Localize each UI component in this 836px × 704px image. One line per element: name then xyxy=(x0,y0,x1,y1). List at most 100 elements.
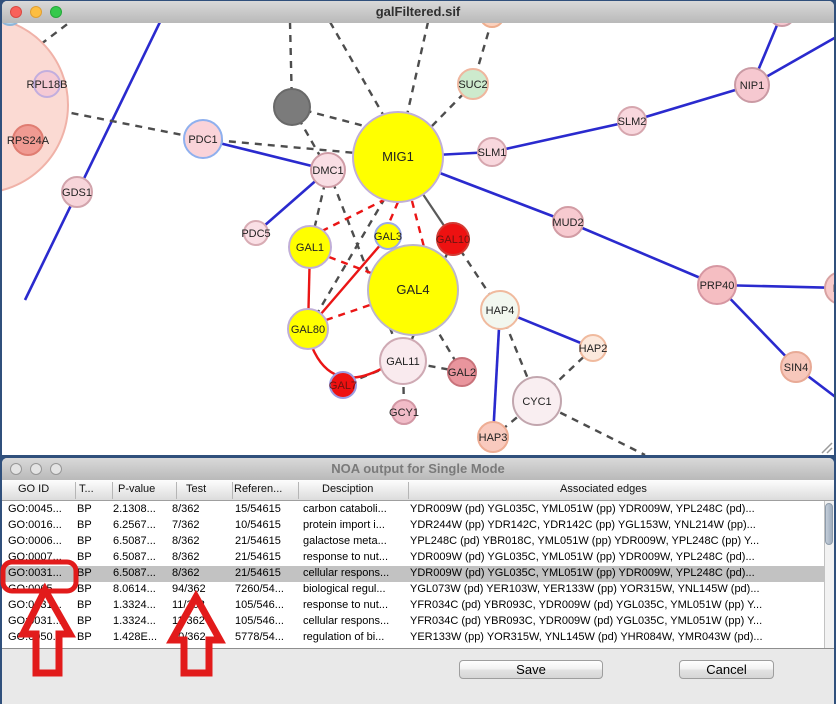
cell-desc: cellular respons... xyxy=(303,615,389,627)
column-header-edges[interactable]: Associated edges xyxy=(560,483,647,495)
cell-p: 6.2567... xyxy=(113,519,156,531)
table-row[interactable]: GO:0050...BP1.428E...80/3625778/54...reg… xyxy=(2,630,824,646)
cell-test: 8/362 xyxy=(172,551,200,563)
cell-edges: YFR034C (pd) YBR093C, YDR009W (pd) YGL03… xyxy=(410,599,762,611)
column-separator[interactable] xyxy=(232,482,233,499)
table-row[interactable]: GO:0016...BP6.2567...7/36210/54615protei… xyxy=(2,518,824,534)
cell-ref: 105/546... xyxy=(235,615,284,627)
column-header-type[interactable]: T... xyxy=(79,483,94,495)
network-edge xyxy=(330,23,385,118)
node-label-SIN4: SIN4 xyxy=(784,362,808,374)
column-separator[interactable] xyxy=(75,482,76,499)
node-label-MS-partial: MS xyxy=(833,283,834,295)
cell-edges: YDR009W (pd) YGL035C, YML051W (pp) YDR00… xyxy=(410,503,755,515)
cell-type: BP xyxy=(77,567,92,579)
cell-p: 6.5087... xyxy=(113,535,156,547)
table-row[interactable]: GO:0031...BP1.3324...11/362105/546...cel… xyxy=(2,614,824,630)
network-edge xyxy=(389,202,398,223)
cell-p: 2.1308... xyxy=(113,503,156,515)
cell-go: GO:0007... xyxy=(8,551,62,563)
cell-test: 80/362 xyxy=(172,631,206,643)
table-row[interactable]: GO:0045...BP2.1308...8/36215/54615carbon… xyxy=(2,502,824,518)
cell-ref: 15/54615 xyxy=(235,503,281,515)
column-header-desc[interactable]: Desciption xyxy=(322,483,373,495)
network-edge xyxy=(632,85,752,121)
cell-edges: YDR009W (pd) YGL035C, YML051W (pp) YDR00… xyxy=(410,551,755,563)
zoom-button-icon[interactable] xyxy=(50,6,62,18)
node-label-GAL2: GAL2 xyxy=(448,367,476,379)
node-label-GAL7: GAL7 xyxy=(329,380,357,392)
node-label-MIG1: MIG1 xyxy=(382,149,414,164)
table-row[interactable]: GO:0031...BP1.3324...11/362105/546...res… xyxy=(2,598,824,614)
node-label-SLM1: SLM1 xyxy=(478,147,507,159)
table-row[interactable]: GO:0006... BP 6.5087... 8/362 21/54615 galact… xyxy=(2,534,824,550)
cancel-button[interactable]: Cancel xyxy=(679,660,774,679)
column-separator[interactable] xyxy=(408,482,409,499)
cell-go: GO:0016... xyxy=(8,519,62,531)
column-separator[interactable] xyxy=(176,482,177,499)
column-header-p[interactable]: P-value xyxy=(118,483,155,495)
cell-go: GO:0031... xyxy=(8,567,62,579)
cell-desc: protein import i... xyxy=(303,519,385,531)
close-button-icon[interactable] xyxy=(10,463,22,475)
table-row[interactable]: GO:0065...BP8.0614...94/3627260/54...bio… xyxy=(2,582,824,598)
cell-test: 94/362 xyxy=(172,583,206,595)
column-header-test[interactable]: Test xyxy=(186,483,206,495)
cell-type: BP xyxy=(77,535,92,547)
cell-test: 8/362 xyxy=(172,503,200,515)
cell-ref: 21/54615 xyxy=(235,535,281,547)
save-button[interactable]: Save xyxy=(459,660,603,679)
zoom-button-icon[interactable] xyxy=(50,463,62,475)
cell-desc: response to nut... xyxy=(303,551,388,563)
network-window-titlebar[interactable]: galFiltered.sif xyxy=(2,1,834,24)
node-label-RPS24A: RPS24A xyxy=(7,135,50,147)
close-button-icon[interactable] xyxy=(10,6,22,18)
node-label-GAL80: GAL80 xyxy=(291,324,325,336)
cell-edges: YPL248C (pd) YBR018C, YML051W (pp) YDR00… xyxy=(410,535,759,547)
network-edge xyxy=(568,222,717,285)
network-edge xyxy=(322,199,386,231)
cell-p: 1.3324... xyxy=(113,599,156,611)
cell-go: GO:0031... xyxy=(8,615,62,627)
cell-go: GO:0045... xyxy=(8,503,62,515)
node-label-HAP4: HAP4 xyxy=(486,305,515,317)
minimize-button-icon[interactable] xyxy=(30,463,42,475)
network-edge xyxy=(407,23,428,115)
node-label-DMC1: DMC1 xyxy=(312,165,343,177)
network-window-title: galFiltered.sif xyxy=(2,1,834,23)
column-separator[interactable] xyxy=(112,482,113,499)
cell-type: BP xyxy=(77,599,92,611)
cell-desc: galactose meta... xyxy=(303,535,387,547)
cell-type: BP xyxy=(77,519,92,531)
cell-test: 8/362 xyxy=(172,535,200,547)
node-label-HAP2: HAP2 xyxy=(579,343,608,355)
node-top-right-partial[interactable] xyxy=(769,23,795,26)
cell-test: 11/362 xyxy=(172,615,205,627)
node-big-left[interactable] xyxy=(2,23,68,193)
cell-edges: YER133W (pp) YOR315W, YNL145W (pd) YHR08… xyxy=(410,631,763,643)
cell-type: BP xyxy=(77,583,92,595)
node-label-PDC5: PDC5 xyxy=(241,228,270,240)
cell-ref: 10/54615 xyxy=(235,519,281,531)
noa-window-titlebar[interactable]: NOA output for Single Mode xyxy=(2,458,834,481)
cell-go: GO:0006... xyxy=(8,535,62,547)
node-gray-node[interactable] xyxy=(274,89,310,125)
table-row[interactable]: GO:0031...BP6.5087...8/36221/54615cellul… xyxy=(2,566,824,582)
cell-test: 8/362 xyxy=(172,567,200,579)
network-canvas-area[interactable]: RPL18BRPS24AGDS1PDC1DMC1MIG1SUC2SLM1SLM2… xyxy=(2,23,834,455)
node-label-GAL3: GAL3 xyxy=(374,231,402,243)
column-header-go[interactable]: GO ID xyxy=(18,483,49,495)
cell-ref: 105/546... xyxy=(235,599,284,611)
cell-p: 8.0614... xyxy=(113,583,156,595)
column-separator[interactable] xyxy=(298,482,299,499)
table-body: GO:0045...BP2.1308...8/36215/54615carbon… xyxy=(2,501,824,648)
node-label-SUC2: SUC2 xyxy=(458,79,487,91)
column-header-ref[interactable]: Referen... xyxy=(234,483,282,495)
minimize-button-icon[interactable] xyxy=(30,6,42,18)
table-row[interactable]: GO:0007...BP6.5087...8/36221/54615respon… xyxy=(2,550,824,566)
network-edge xyxy=(492,121,632,152)
node-top-mid-partial[interactable] xyxy=(480,23,504,27)
node-label-CYC1: CYC1 xyxy=(522,396,551,408)
resize-grip-icon[interactable] xyxy=(822,443,832,453)
scrollbar-thumb[interactable] xyxy=(825,503,833,545)
